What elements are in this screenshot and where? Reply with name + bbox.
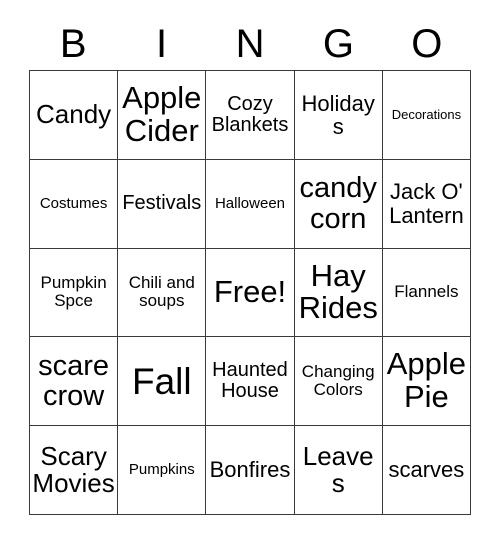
bingo-cell-label: Costumes xyxy=(39,194,108,212)
bingo-card: B I N G O Candy Apple Cider Cozy Blanket… xyxy=(0,0,500,544)
bingo-cell-label: Jack O' Lantern xyxy=(389,179,464,228)
bingo-cell-r2c2[interactable]: Festivals xyxy=(118,159,207,249)
bingo-cell-r2c3[interactable]: Halloween xyxy=(206,159,295,249)
bingo-cell-r4c1[interactable]: scare crow xyxy=(30,337,119,427)
bingo-cell-label: Pumpkin Spce xyxy=(40,273,107,311)
bingo-cell-r1c1[interactable]: Candy xyxy=(30,71,119,160)
bingo-cell-r3c5[interactable]: Flannels xyxy=(382,248,471,338)
bingo-cell-r1c2[interactable]: Apple Cider xyxy=(118,71,207,160)
bingo-header-letters: B I N G O xyxy=(29,18,471,70)
bingo-cell-r2c1[interactable]: Costumes xyxy=(30,159,119,249)
bingo-cell-r5c5[interactable]: scarves xyxy=(382,426,471,515)
bingo-cell-r2c5[interactable]: Jack O' Lantern xyxy=(382,159,471,249)
bingo-cell-label: Apple Cider xyxy=(122,80,202,148)
bingo-cell-label: Hay Rides xyxy=(298,257,378,326)
bingo-header-letter-i: I xyxy=(156,22,168,66)
bingo-cell-label: Bonfires xyxy=(209,457,291,483)
bingo-cell-r5c2[interactable]: Pumpkins xyxy=(118,426,207,515)
bingo-cell-label: candy corn xyxy=(299,171,377,235)
bingo-cell-r1c3[interactable]: Cozy Blankets xyxy=(206,71,295,160)
bingo-header-letter-n: N xyxy=(235,22,265,66)
bingo-cell-r4c2[interactable]: Fall xyxy=(118,337,207,427)
bingo-cell-label: Chili and soups xyxy=(128,273,195,311)
bingo-cell-label: Apple Pie xyxy=(386,346,467,415)
bingo-header-letter-g: G xyxy=(322,22,354,66)
bingo-cell-r2c4[interactable]: candy corn xyxy=(294,159,383,249)
bingo-cell-r4c5[interactable]: Apple Pie xyxy=(382,337,471,427)
bingo-cell-r1c4[interactable]: Holidays xyxy=(294,71,383,160)
bingo-cell-free-space[interactable]: Free! xyxy=(206,248,295,338)
bingo-cell-r5c3[interactable]: Bonfires xyxy=(206,426,295,515)
bingo-cell-label: Halloween xyxy=(214,194,286,212)
bingo-cell-r3c1[interactable]: Pumpkin Spce xyxy=(30,248,119,338)
bingo-cell-label: scare crow xyxy=(38,349,110,413)
bingo-cell-r5c4[interactable]: Leaves xyxy=(294,426,383,515)
bingo-header-letter-o: O xyxy=(411,22,443,66)
bingo-cell-r3c2[interactable]: Chili and soups xyxy=(118,248,207,338)
bingo-cell-label: Candy xyxy=(36,99,112,130)
bingo-cell-r4c4[interactable]: Changing Colors xyxy=(294,337,383,427)
bingo-cell-label: Decorations xyxy=(391,107,462,123)
bingo-cell-label: Pumpkins xyxy=(128,461,195,479)
bingo-cell-r1c5[interactable]: Decorations xyxy=(382,71,471,160)
bingo-cell-r4c3[interactable]: Haunted House xyxy=(206,337,295,427)
bingo-cell-label: Free! xyxy=(213,274,287,310)
bingo-cell-label: Holidays xyxy=(301,90,375,139)
bingo-cell-r3c4[interactable]: Hay Rides xyxy=(294,248,383,338)
bingo-cell-label: Changing Colors xyxy=(301,362,375,400)
bingo-cell-label: scarves xyxy=(388,457,465,483)
bingo-cell-label: Flannels xyxy=(394,282,459,302)
bingo-cell-r5c1[interactable]: Scary Movies xyxy=(30,426,119,515)
bingo-cell-label: Fall xyxy=(131,360,192,402)
bingo-cell-label: Cozy Blankets xyxy=(211,92,289,136)
bingo-cell-label: Leaves xyxy=(302,440,374,499)
bingo-cell-label: Haunted House xyxy=(212,359,288,403)
bingo-cell-label: Festivals xyxy=(122,192,202,215)
bingo-cell-label: Scary Movies xyxy=(32,440,115,499)
bingo-header-letter-b: B xyxy=(59,22,87,66)
bingo-grid: Candy Apple Cider Cozy Blankets Holidays… xyxy=(29,70,471,515)
